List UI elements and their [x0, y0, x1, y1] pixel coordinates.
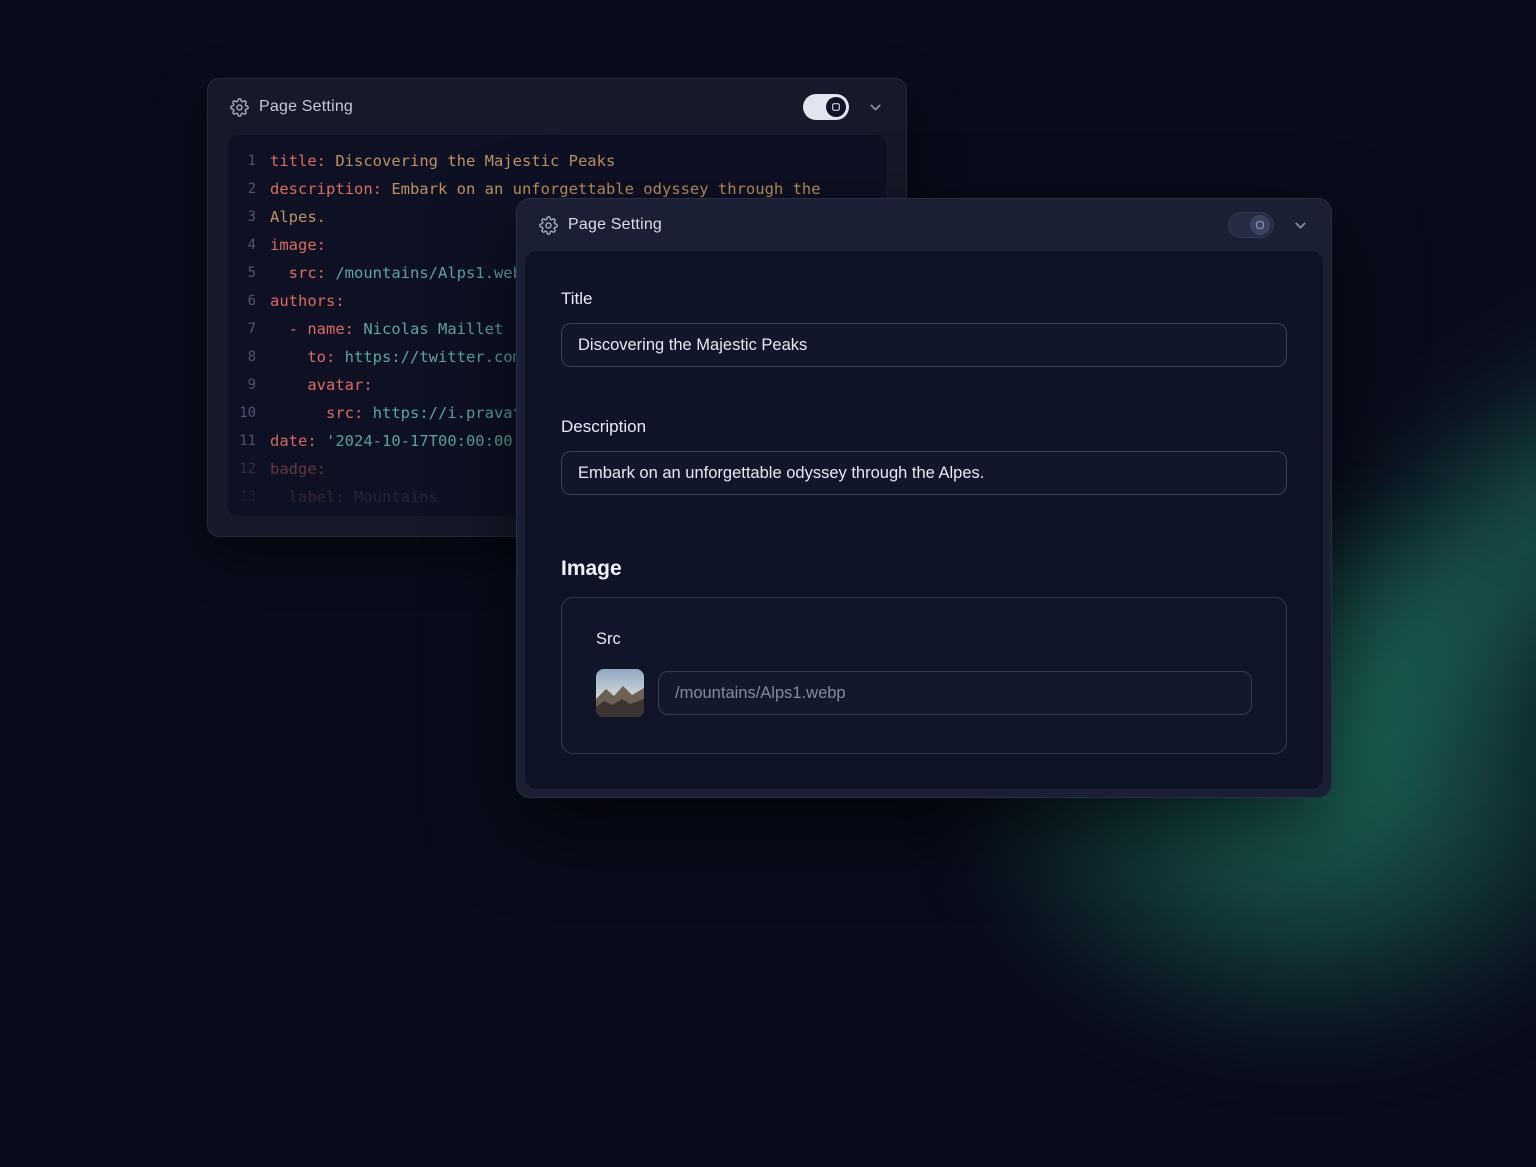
image-card: Src — [561, 597, 1287, 754]
chevron-down-icon[interactable] — [1292, 217, 1309, 234]
toggle-knob — [1250, 215, 1270, 235]
code-line: 1title: Discovering the Majestic Peaks — [228, 147, 886, 175]
view-mode-toggle[interactable] — [1228, 212, 1274, 238]
panel-header: Page Setting — [208, 79, 906, 135]
line-number: 13 — [228, 483, 256, 511]
line-number: 5 — [228, 259, 256, 287]
page-setting-panel-form: Page Setting Title Description Image Src — [516, 198, 1332, 798]
description-input[interactable] — [561, 451, 1287, 495]
line-number: 7 — [228, 315, 256, 343]
line-number: 8 — [228, 343, 256, 371]
description-label: Description — [561, 417, 1287, 437]
panel-title: Page Setting — [568, 216, 662, 234]
line-number: 9 — [228, 371, 256, 399]
src-label: Src — [596, 630, 1252, 649]
line-number: 3 — [228, 203, 256, 231]
gear-icon — [539, 216, 558, 235]
panel-header: Page Setting — [517, 199, 1331, 251]
chevron-down-icon[interactable] — [867, 99, 884, 116]
line-number: 4 — [228, 231, 256, 259]
toggle-knob — [826, 97, 846, 117]
gear-icon — [230, 98, 249, 117]
title-label: Title — [561, 289, 1287, 309]
src-row — [596, 669, 1252, 717]
code-view-icon — [831, 102, 841, 112]
form-body: Title Description Image Src — [525, 251, 1323, 789]
image-thumbnail — [596, 669, 644, 717]
line-number: 1 — [228, 147, 256, 175]
line-number: 10 — [228, 399, 256, 427]
image-section-heading: Image — [561, 557, 1287, 581]
src-input[interactable] — [658, 671, 1252, 715]
view-mode-toggle[interactable] — [803, 94, 849, 120]
line-number: 11 — [228, 427, 256, 455]
title-input[interactable] — [561, 323, 1287, 367]
line-number: 2 — [228, 175, 256, 203]
line-number: 12 — [228, 455, 256, 483]
panel-title: Page Setting — [259, 98, 353, 116]
line-number: 6 — [228, 287, 256, 315]
code-view-icon — [1255, 220, 1265, 230]
